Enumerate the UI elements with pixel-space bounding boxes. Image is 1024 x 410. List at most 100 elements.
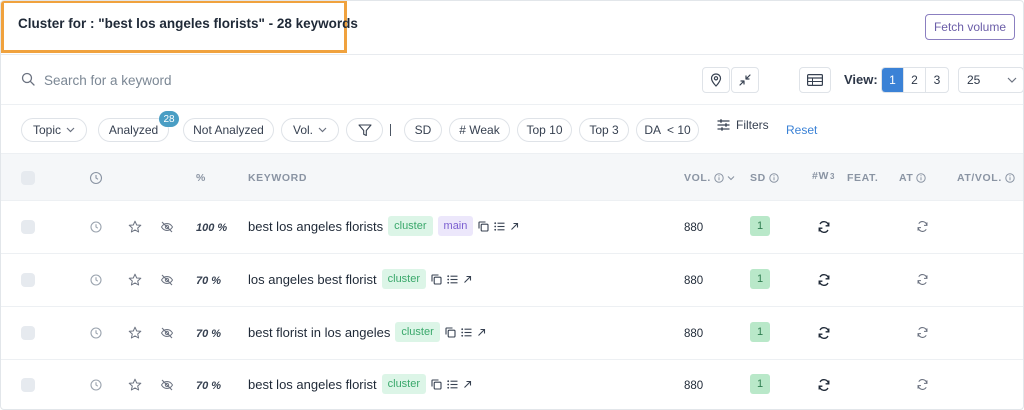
volume-value: 880 [684, 328, 704, 340]
filters-button-label: Filters [736, 118, 769, 132]
top10-filter[interactable]: Top 10 [517, 118, 572, 142]
da-filter[interactable]: DA < 10 [636, 118, 699, 142]
refresh-icon[interactable] [916, 326, 929, 339]
external-link-icon[interactable] [477, 328, 486, 337]
per-page-select[interactable]: 25 [958, 67, 1023, 93]
sliders-icon [717, 119, 730, 131]
clock-icon [89, 171, 103, 185]
vol-filter[interactable]: Vol. [281, 118, 339, 142]
feat-column-header[interactable]: FEAT. [847, 172, 878, 184]
pct-column-header[interactable]: % [196, 172, 206, 184]
external-link-icon[interactable] [463, 275, 472, 284]
view-option-1[interactable]: 1 [882, 68, 904, 92]
info-icon [916, 173, 927, 183]
topic-filter[interactable]: Topic [21, 118, 87, 142]
reset-link[interactable]: Reset [786, 123, 817, 137]
star-icon[interactable] [128, 220, 142, 234]
vol-header-label: VOL. [684, 172, 711, 184]
table-icon [807, 74, 823, 86]
refresh-icon[interactable] [916, 378, 929, 391]
sd-filter[interactable]: SD [404, 118, 442, 142]
refresh-icon[interactable] [817, 273, 831, 287]
keyword-text[interactable]: best los angeles florists [248, 219, 383, 234]
copy-icon[interactable] [431, 273, 442, 285]
clock-icon[interactable] [89, 378, 103, 392]
filters-button[interactable]: Filters [717, 118, 769, 132]
star-icon[interactable] [128, 273, 142, 287]
funnel-icon [357, 123, 372, 136]
main-tag: main [437, 216, 474, 236]
view-label: View: [844, 72, 878, 87]
row-checkbox[interactable] [21, 326, 35, 340]
star-icon[interactable] [128, 326, 142, 340]
collapse-button[interactable] [731, 67, 759, 93]
search-input[interactable] [44, 69, 444, 91]
at-column-header[interactable]: AT [899, 172, 927, 184]
row-checkbox[interactable] [21, 378, 35, 392]
at-vol-column-header[interactable]: AT/VOL. [957, 172, 1015, 184]
view-option-3[interactable]: 3 [926, 68, 948, 92]
keyword-header-label: KEYWORD [248, 172, 308, 184]
clock-icon[interactable] [89, 273, 103, 287]
keyword-column-header[interactable]: KEYWORD [248, 172, 307, 184]
copy-icon[interactable] [478, 220, 489, 232]
cluster-tag: cluster [388, 216, 433, 236]
external-link-icon[interactable] [463, 380, 472, 389]
keyword-text[interactable]: los angeles best florist [248, 272, 377, 287]
location-button[interactable] [702, 67, 730, 93]
eye-off-icon[interactable] [160, 378, 174, 392]
top3-filter[interactable]: Top 3 [579, 118, 629, 142]
table-row: 100 % best los angeles florists cluster m… [1, 201, 1023, 254]
weak-column-header[interactable]: #W 3 [812, 170, 835, 182]
sd-filter-label: SD [414, 123, 432, 137]
cluster-panel: Cluster for : "best los angeles florists… [0, 0, 1024, 410]
list-icon[interactable] [461, 327, 472, 337]
clock-icon[interactable] [89, 220, 103, 234]
external-link-icon[interactable] [510, 222, 519, 231]
at-header-label: AT [899, 172, 914, 184]
location-pin-icon [710, 73, 722, 87]
not-analyzed-filter[interactable]: Not Analyzed [183, 118, 274, 142]
refresh-icon[interactable] [817, 220, 831, 234]
list-icon[interactable] [447, 274, 458, 284]
sd-column-header[interactable]: SD [750, 172, 779, 184]
view-option-2[interactable]: 2 [904, 68, 926, 92]
eye-off-icon[interactable] [160, 326, 174, 340]
clock-icon[interactable] [89, 326, 103, 340]
refresh-icon[interactable] [916, 273, 929, 286]
sd-badge: 1 [750, 269, 770, 289]
keyword-cell: los angeles best florist cluster [248, 269, 472, 289]
keyword-cell: best florist in los angeles cluster [248, 322, 486, 342]
refresh-icon[interactable] [817, 378, 831, 392]
star-icon[interactable] [128, 378, 142, 392]
row-checkbox[interactable] [21, 273, 35, 287]
funnel-filter-button[interactable] [346, 118, 383, 142]
vol-column-header[interactable]: VOL. [684, 172, 735, 184]
eye-off-icon[interactable] [160, 220, 174, 234]
table-row: 70 % los angeles best florist cluster 88… [1, 254, 1023, 307]
match-percent: 100 % [196, 222, 228, 234]
match-percent: 70 % [196, 328, 222, 340]
list-icon[interactable] [447, 379, 458, 389]
info-icon [714, 173, 724, 183]
table-view-button[interactable] [799, 67, 831, 93]
view-selector: 1 2 3 [881, 67, 949, 93]
refresh-icon[interactable] [817, 326, 831, 340]
fetch-volume-button[interactable]: Fetch volume [924, 14, 1015, 40]
list-icon[interactable] [494, 221, 505, 231]
table-row: 70 % best florist in los angeles cluster [1, 307, 1023, 360]
weak-filter[interactable]: # Weak [449, 118, 510, 142]
select-all-checkbox[interactable] [21, 171, 35, 185]
keyword-text[interactable]: best florist in los angeles [248, 325, 390, 340]
analyzed-filter[interactable]: Analyzed [98, 118, 169, 142]
eye-off-icon[interactable] [160, 273, 174, 287]
weak-filter-label: # Weak [459, 123, 500, 137]
filter-bar: Topic Analyzed Not Analyzed Vol. SD # We… [1, 105, 1023, 153]
keyword-text[interactable]: best los angeles florist [248, 377, 377, 392]
da-filter-label: DA < 10 [644, 123, 691, 137]
copy-icon[interactable] [445, 326, 456, 338]
copy-icon[interactable] [431, 378, 442, 390]
weak-header-superscript: 3 [829, 171, 836, 181]
refresh-icon[interactable] [916, 220, 929, 233]
row-checkbox[interactable] [21, 220, 35, 234]
